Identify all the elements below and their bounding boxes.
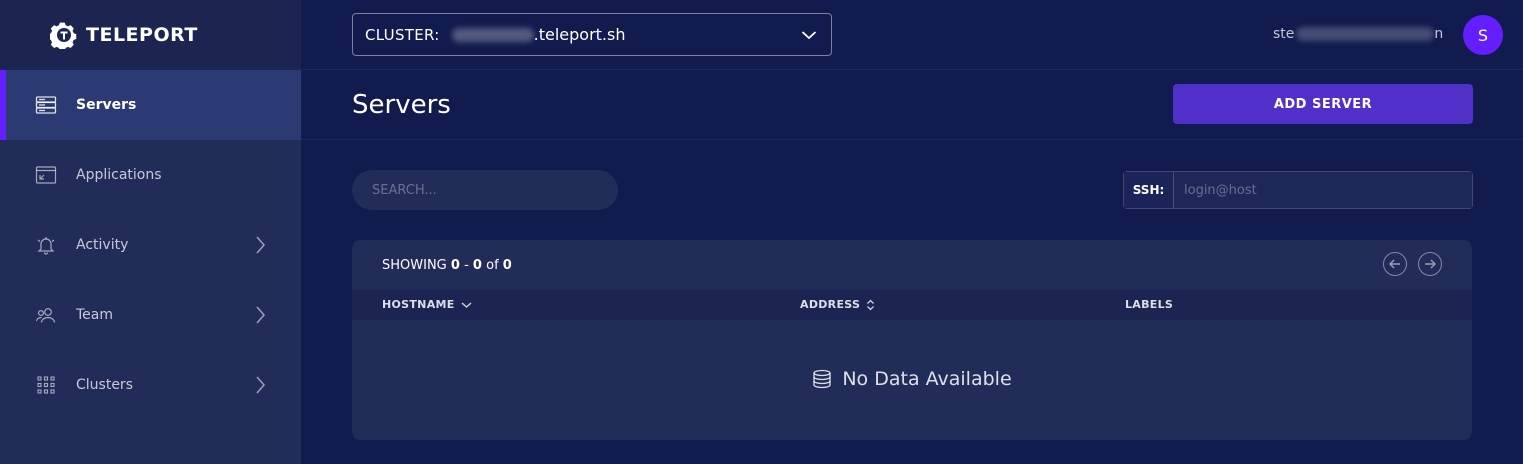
- chevron-down-icon: [801, 31, 817, 40]
- cluster-label: CLUSTER:: [365, 25, 440, 44]
- arrow-left-icon: [1389, 259, 1400, 269]
- sidebar-item-servers[interactable]: Servers: [0, 70, 301, 140]
- server-icon: [35, 94, 57, 116]
- sidebar-item-label: Clusters: [76, 377, 133, 393]
- search-input[interactable]: [352, 170, 618, 210]
- ssh-login-box: SSH:: [1123, 171, 1473, 209]
- table-header: HOSTNAME ADDRESS LABELS: [352, 290, 1472, 320]
- range-separator: -: [464, 257, 469, 273]
- application-icon: [35, 164, 57, 186]
- sidebar: TELEPORT Servers Applications Activity T…: [0, 0, 301, 464]
- sidebar-item-clusters[interactable]: Clusters: [0, 350, 301, 420]
- pagination-controls: [1383, 252, 1442, 276]
- table-toolbar: SHOWING 0 - 0 of 0: [352, 240, 1472, 290]
- column-header-labels: LABELS: [1125, 298, 1173, 311]
- range-end: 0: [472, 257, 482, 273]
- cluster-value: .teleport.sh: [533, 25, 626, 44]
- teleport-logo-icon: [50, 22, 77, 49]
- range-start: 0: [450, 257, 460, 273]
- chevron-right-icon: [256, 376, 265, 394]
- column-label: HOSTNAME: [382, 298, 455, 311]
- page-title: Servers: [352, 90, 451, 120]
- sidebar-item-activity[interactable]: Activity: [0, 210, 301, 280]
- column-label: LABELS: [1125, 298, 1174, 311]
- cluster-select[interactable]: CLUSTER: .teleport.sh: [352, 13, 832, 56]
- sort-desc-icon: [461, 301, 472, 308]
- cluster-name-redacted: [451, 27, 534, 42]
- topbar: CLUSTER: .teleport.sh ste n S: [301, 0, 1523, 70]
- sidebar-item-label: Applications: [76, 167, 162, 183]
- user-name-prefix: ste: [1273, 26, 1295, 42]
- user-menu-name[interactable]: ste n: [1273, 26, 1443, 42]
- add-server-button[interactable]: ADD SERVER: [1173, 84, 1473, 124]
- user-name-suffix: n: [1434, 26, 1444, 42]
- avatar[interactable]: S: [1463, 15, 1503, 55]
- chevron-right-icon: [256, 236, 265, 254]
- ssh-label: SSH:: [1124, 172, 1174, 208]
- column-header-hostname[interactable]: HOSTNAME: [382, 298, 472, 311]
- ssh-login-input[interactable]: [1174, 172, 1472, 208]
- sidebar-item-team[interactable]: Team: [0, 280, 301, 350]
- sidebar-item-label: Team: [76, 307, 114, 323]
- of-label: of: [486, 257, 499, 273]
- user-name-redacted: [1296, 27, 1435, 41]
- grid-icon: [35, 374, 57, 396]
- showing-prefix: SHOWING: [382, 257, 447, 273]
- users-icon: [35, 304, 57, 326]
- bell-icon: [35, 234, 57, 256]
- column-header-address[interactable]: ADDRESS: [800, 298, 875, 311]
- database-icon: [813, 369, 831, 389]
- empty-state: No Data Available: [352, 368, 1472, 390]
- sort-icon: [867, 299, 875, 310]
- chevron-right-icon: [256, 306, 265, 324]
- column-label: ADDRESS: [800, 298, 861, 311]
- total-count: 0: [502, 257, 512, 273]
- sidebar-item-label: Servers: [76, 97, 137, 113]
- brand-logo[interactable]: TELEPORT: [0, 0, 301, 70]
- page-header: Servers ADD SERVER: [301, 70, 1523, 140]
- pagination-summary: SHOWING 0 - 0 of 0: [382, 258, 512, 273]
- sidebar-item-applications[interactable]: Applications: [0, 140, 301, 210]
- empty-message: No Data Available: [842, 368, 1012, 390]
- prev-page-button[interactable]: [1383, 252, 1407, 276]
- next-page-button[interactable]: [1418, 252, 1442, 276]
- brand-name: TELEPORT: [86, 24, 198, 46]
- servers-table: SHOWING 0 - 0 of 0 HOSTNAME ADDRESS LABE…: [352, 240, 1472, 440]
- sidebar-item-label: Activity: [76, 237, 129, 253]
- avatar-initial: S: [1477, 25, 1489, 45]
- arrow-right-icon: [1425, 259, 1436, 269]
